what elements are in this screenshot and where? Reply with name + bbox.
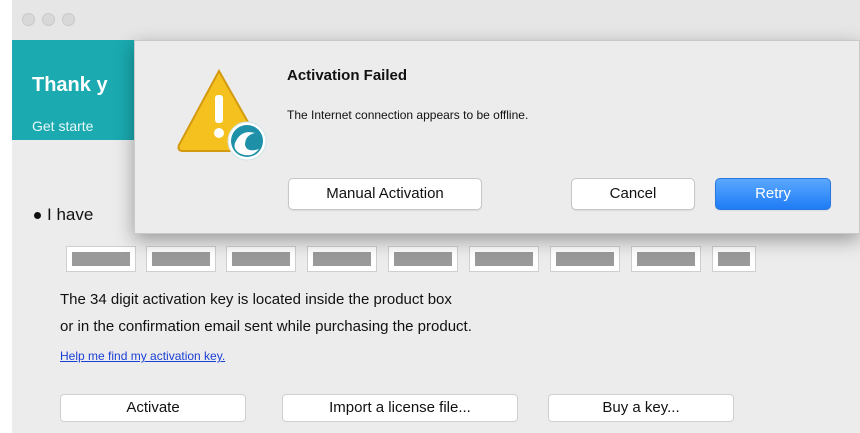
banner-subtitle: Get starte	[32, 118, 94, 134]
info-text-line-1: The 34 digit activation key is located i…	[60, 291, 452, 308]
key-field-1[interactable]	[66, 246, 136, 272]
activation-failed-dialog: Activation Failed The Internet connectio…	[134, 40, 860, 234]
key-field-4[interactable]	[307, 246, 377, 272]
help-find-key-link[interactable]: Help me find my activation key.	[60, 349, 225, 363]
key-field-5[interactable]	[388, 246, 458, 272]
info-text-line-2: or in the confirmation email sent while …	[60, 318, 472, 335]
key-field-7[interactable]	[550, 246, 620, 272]
retry-button[interactable]: Retry	[715, 178, 831, 210]
app-window: Thank y Get starte ‹ I have The 34 digit…	[12, 0, 860, 433]
activation-option-radio[interactable]: I have	[34, 205, 93, 225]
cancel-button[interactable]: Cancel	[571, 178, 695, 210]
manual-activation-button[interactable]: Manual Activation	[288, 178, 482, 210]
dialog-message: The Internet connection appears to be of…	[287, 108, 529, 122]
key-field-9[interactable]	[712, 246, 756, 272]
radio-label: I have	[47, 205, 94, 224]
dialog-title: Activation Failed	[287, 67, 408, 84]
radio-selected-icon	[34, 212, 41, 220]
key-field-8[interactable]	[631, 246, 701, 272]
zoom-window-button[interactable]	[62, 13, 75, 26]
close-window-button[interactable]	[22, 13, 35, 26]
key-field-2[interactable]	[146, 246, 216, 272]
minimize-window-button[interactable]	[42, 13, 55, 26]
activate-button[interactable]: Activate	[60, 394, 246, 422]
banner-title: Thank y	[32, 74, 108, 96]
buy-key-button[interactable]: Buy a key...	[548, 394, 734, 422]
title-bar	[12, 0, 860, 41]
key-field-6[interactable]	[469, 246, 539, 272]
import-license-button[interactable]: Import a license file...	[282, 394, 518, 422]
key-field-3[interactable]	[226, 246, 296, 272]
warning-app-icon	[177, 68, 267, 161]
